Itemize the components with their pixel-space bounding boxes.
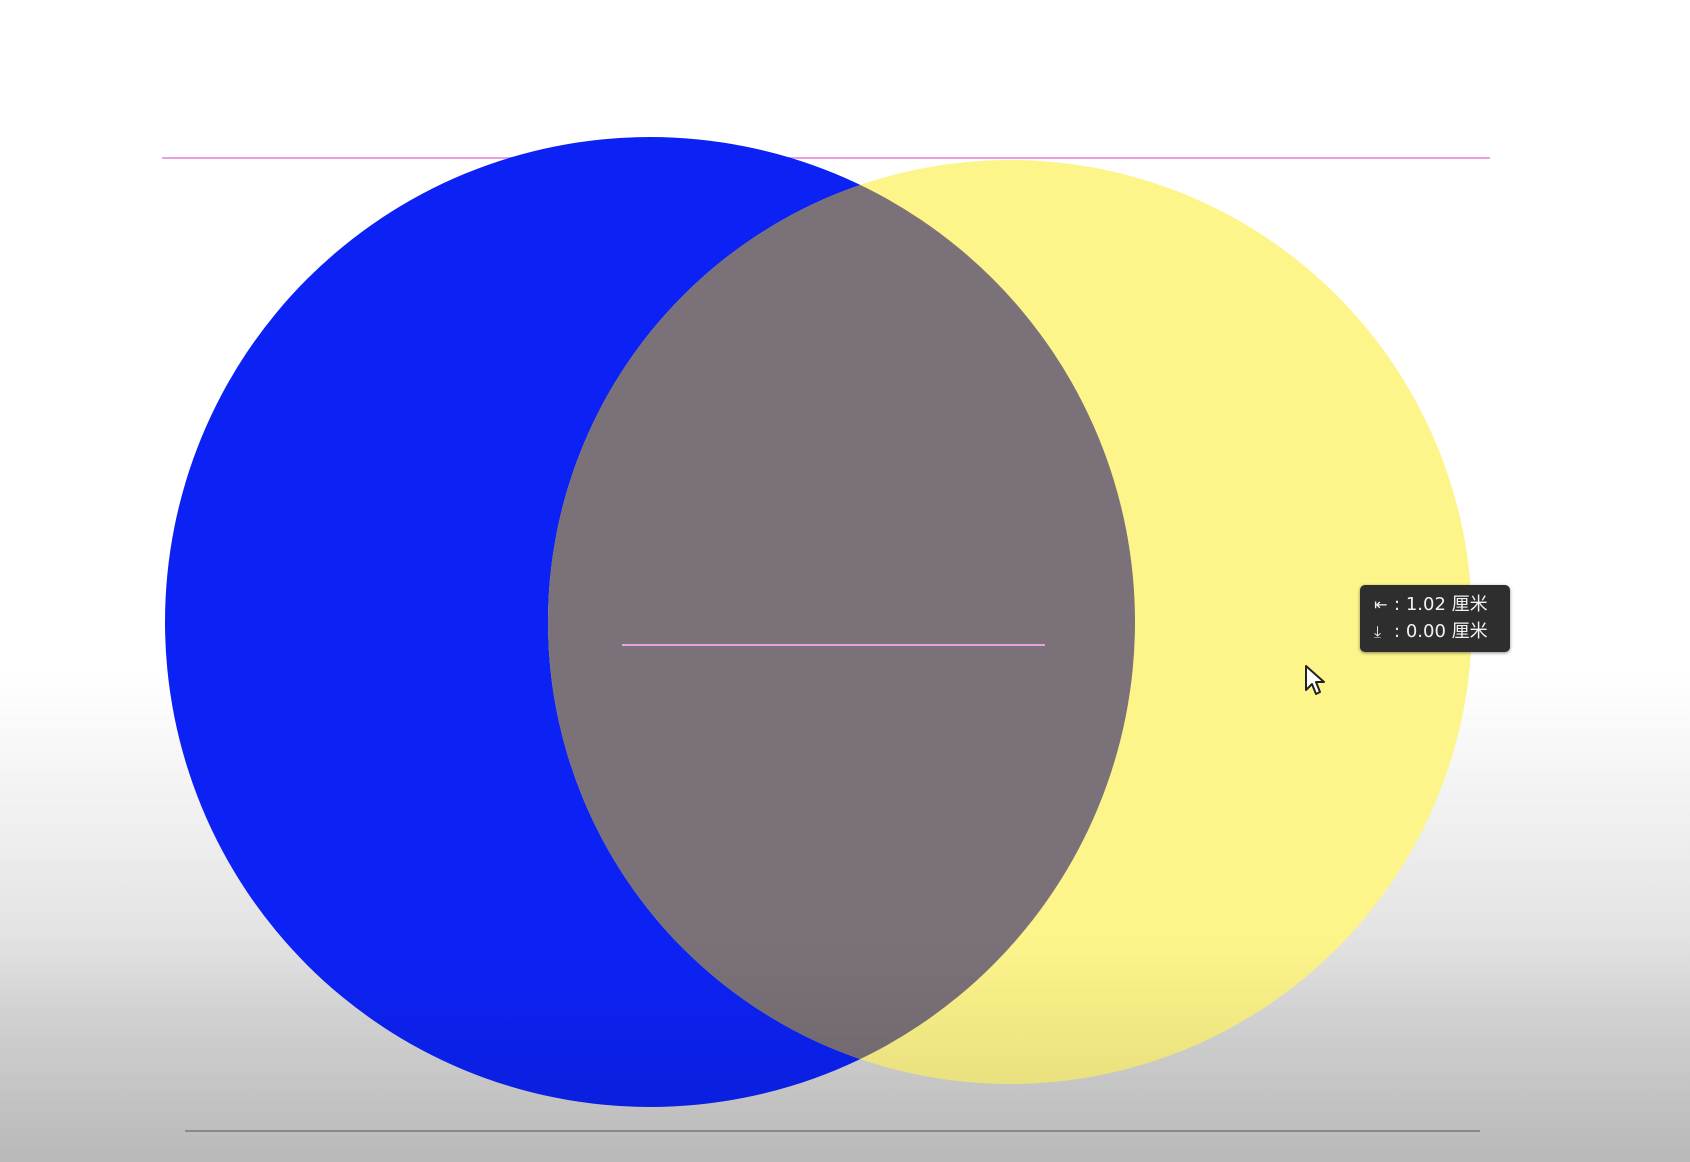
horizontal-offset-row: ⇤: 1.02 厘米 [1374, 591, 1510, 618]
vertical-separator: : [1394, 621, 1401, 642]
drawing-canvas[interactable]: ⇤: 1.02 厘米 ⤓: 0.00 厘米 [0, 0, 1690, 1162]
position-tooltip: ⇤: 1.02 厘米 ⤓: 0.00 厘米 [1360, 585, 1510, 652]
vertical-offset-value: 0.00 厘米 [1405, 621, 1488, 642]
arrow-to-left-icon: ⇤ [1374, 595, 1388, 614]
shading-overlay [0, 600, 1690, 1162]
vertical-offset-row: ⤓: 0.00 厘米 [1374, 618, 1510, 645]
horizontal-separator: : [1394, 594, 1401, 615]
shapes-layer [0, 137, 1690, 1162]
arrow-to-bottom-icon: ⤓ [1374, 622, 1382, 641]
mouse-pointer-icon [1305, 665, 1325, 695]
horizontal-offset-value: 1.02 厘米 [1405, 594, 1488, 615]
